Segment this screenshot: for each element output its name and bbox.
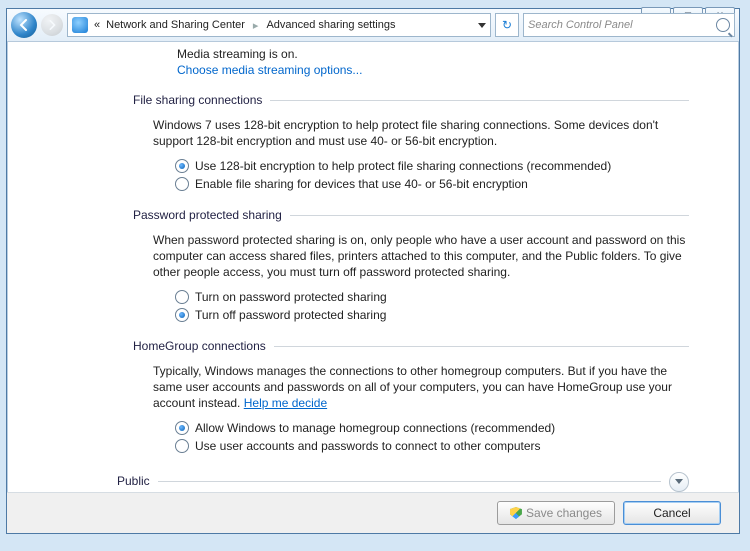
radio-password-off[interactable] [175,308,189,322]
radio-128bit-label[interactable]: Use 128-bit encryption to help protect f… [195,158,611,174]
save-changes-button[interactable]: Save changes [497,501,615,525]
divider [158,481,661,482]
media-streaming-status: Media streaming is on. [177,46,689,62]
divider [290,215,689,216]
shield-icon [510,507,522,519]
control-panel-window: — ▢ ✕ « Network and Sharing Center ▸ Adv… [6,8,740,534]
password-sharing-description: When password protected sharing is on, o… [153,232,689,281]
radio-homegroup-user[interactable] [175,439,189,453]
footer: Save changes Cancel [7,492,739,533]
radio-homegroup-windows-label[interactable]: Allow Windows to manage homegroup connec… [195,420,555,436]
search-input[interactable]: Search Control Panel [523,13,735,37]
section-title-file-sharing: File sharing connections [133,92,262,108]
save-changes-label: Save changes [526,506,602,520]
radio-homegroup-user-label[interactable]: Use user accounts and passwords to conne… [195,438,541,454]
radio-40-56bit-label[interactable]: Enable file sharing for devices that use… [195,176,528,192]
homegroup-description-text: Typically, Windows manages the connectio… [153,364,672,410]
radio-40-56bit[interactable] [175,177,189,191]
homegroup-description: Typically, Windows manages the connectio… [153,363,689,412]
section-title-password-sharing: Password protected sharing [133,207,282,223]
radio-password-off-label[interactable]: Turn off password protected sharing [195,307,386,323]
radio-homegroup-windows[interactable] [175,421,189,435]
breadcrumb-current[interactable]: Advanced sharing settings [266,19,395,31]
search-placeholder: Search Control Panel [528,19,633,31]
refresh-button[interactable]: ↻ [495,13,519,37]
chevron-icon: ▸ [251,19,261,32]
divider [270,100,689,101]
breadcrumb-parent[interactable]: Network and Sharing Center [106,19,245,31]
file-sharing-description: Windows 7 uses 128-bit encryption to hel… [153,117,689,149]
content-scroll[interactable]: Media streaming is on. Choose media stre… [7,42,739,492]
help-me-decide-link[interactable]: Help me decide [244,396,327,410]
search-icon [716,18,730,32]
radio-password-on[interactable] [175,290,189,304]
control-panel-icon [72,17,88,33]
forward-button[interactable] [41,14,63,36]
radio-128bit[interactable] [175,159,189,173]
profile-public-label: Public [117,473,150,489]
breadcrumb-dropdown-icon[interactable] [478,23,486,28]
back-button[interactable] [11,12,37,38]
navigation-bar: « Network and Sharing Center ▸ Advanced … [7,9,739,42]
expand-public-button[interactable] [669,472,689,492]
cancel-button[interactable]: Cancel [623,501,721,525]
breadcrumb[interactable]: « Network and Sharing Center ▸ Advanced … [67,13,491,37]
section-title-homegroup: HomeGroup connections [133,338,266,354]
radio-password-on-label[interactable]: Turn on password protected sharing [195,289,387,305]
divider [274,346,689,347]
breadcrumb-lead: « [94,19,100,31]
media-streaming-options-link[interactable]: Choose media streaming options... [177,62,689,78]
cancel-label: Cancel [653,506,690,520]
